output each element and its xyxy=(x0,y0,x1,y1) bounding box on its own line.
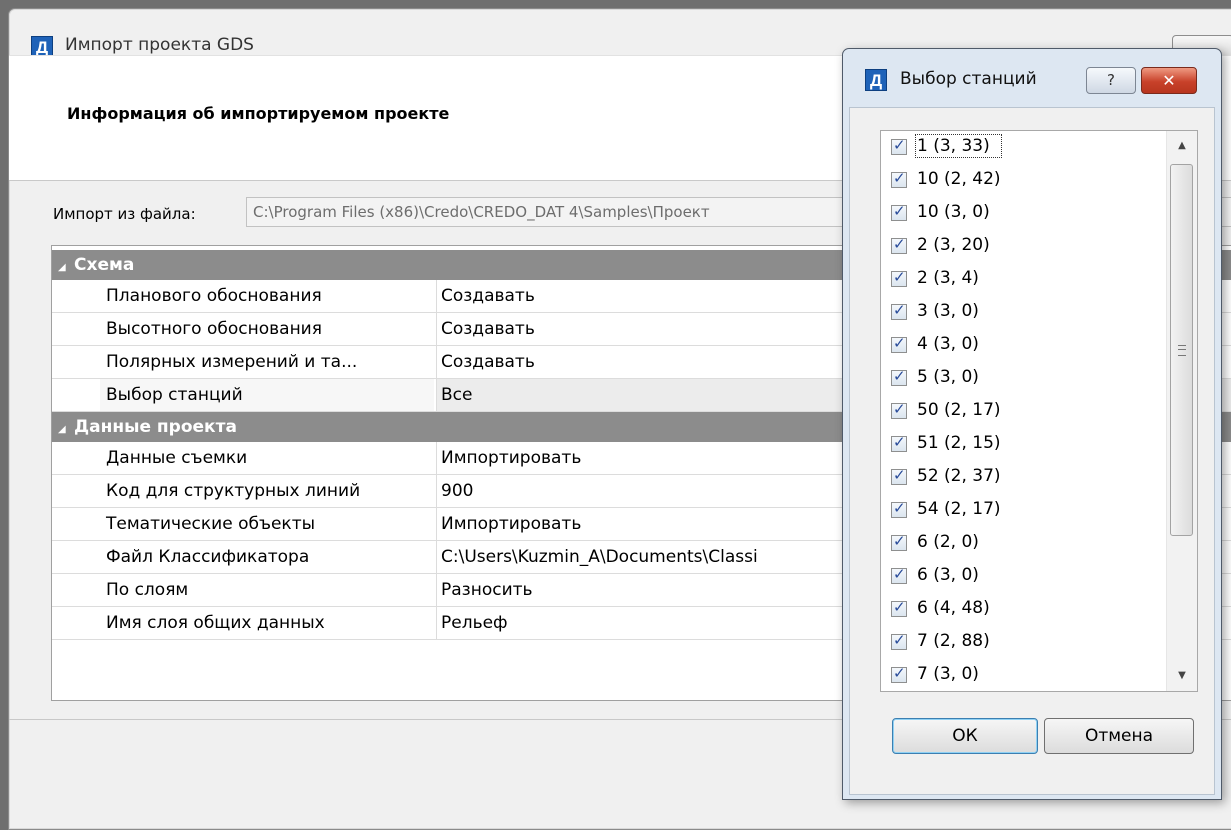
station-item[interactable]: 3 (3, 0) xyxy=(891,298,1146,331)
station-label: 5 (3, 0) xyxy=(917,367,979,387)
checkbox-checked-icon[interactable] xyxy=(891,565,907,584)
checkbox-checked-icon[interactable] xyxy=(891,136,907,155)
cancel-button[interactable]: Отмена xyxy=(1044,718,1194,754)
scrollbar-thumb[interactable] xyxy=(1170,164,1193,536)
category-label: Данные проекта xyxy=(74,417,237,437)
station-item[interactable]: 6 (3, 0) xyxy=(891,562,1146,595)
file-label: Импорт из файла: xyxy=(53,205,196,223)
station-item[interactable]: 5 (3, 0) xyxy=(891,364,1146,397)
station-item[interactable]: 52 (2, 37) xyxy=(891,463,1146,496)
property-name: Имя слоя общих данных xyxy=(106,613,325,633)
checkbox-checked-icon[interactable] xyxy=(891,532,907,551)
station-label: 7 (3, 0) xyxy=(917,664,979,684)
station-item[interactable]: 4 (3, 0) xyxy=(891,331,1146,364)
help-button[interactable]: ? xyxy=(1086,67,1136,94)
station-label: 51 (2, 15) xyxy=(917,433,1001,453)
checkbox-checked-icon[interactable] xyxy=(891,400,907,419)
station-label: 1 (3, 33) xyxy=(915,134,1002,158)
collapse-triangle-icon[interactable]: ◢ xyxy=(58,253,74,283)
checkbox-checked-icon[interactable] xyxy=(891,235,907,254)
scroll-down-arrow-icon[interactable]: ▼ xyxy=(1167,661,1197,691)
property-name: Тематические объекты xyxy=(106,514,316,534)
checkbox-checked-icon[interactable] xyxy=(891,598,907,617)
station-item[interactable]: 51 (2, 15) xyxy=(891,430,1146,463)
checkbox-checked-icon[interactable] xyxy=(891,367,907,386)
category-label: Схема xyxy=(74,255,135,275)
station-item[interactable]: 2 (3, 20) xyxy=(891,232,1146,265)
checkbox-checked-icon[interactable] xyxy=(891,202,907,221)
scroll-up-arrow-icon[interactable]: ▲ xyxy=(1167,131,1197,161)
dialog-title: Выбор станций xyxy=(900,69,1037,89)
station-item[interactable]: 50 (2, 17) xyxy=(891,397,1146,430)
station-label: 54 (2, 17) xyxy=(917,499,1001,519)
property-name: Данные съемки xyxy=(106,448,248,468)
checkbox-checked-icon[interactable] xyxy=(891,466,907,485)
station-item[interactable]: 7 (3, 0) xyxy=(891,661,1146,691)
station-label: 7 (2, 88) xyxy=(917,631,990,651)
station-label: 2 (3, 20) xyxy=(917,235,990,255)
station-label: 6 (4, 48) xyxy=(917,598,990,618)
property-name: Выбор станций xyxy=(106,385,243,405)
station-label: 10 (2, 42) xyxy=(917,169,1001,189)
property-name: Файл Классификатора xyxy=(106,547,310,567)
station-label: 3 (3, 0) xyxy=(917,301,979,321)
property-name: По слоям xyxy=(106,580,189,600)
checkbox-checked-icon[interactable] xyxy=(891,301,907,320)
checkbox-checked-icon[interactable] xyxy=(891,169,907,188)
checkbox-checked-icon[interactable] xyxy=(891,631,907,650)
grip-icon xyxy=(1178,345,1186,356)
checkbox-checked-icon[interactable] xyxy=(891,664,907,683)
station-label: 52 (2, 37) xyxy=(917,466,1001,486)
station-item[interactable]: 7 (2, 88) xyxy=(891,628,1146,661)
station-item[interactable]: 2 (3, 4) xyxy=(891,265,1146,298)
station-label: 10 (3, 0) xyxy=(917,202,990,222)
stations-list[interactable]: 1 (3, 33) 10 (2, 42) 10 (3, 0) 2 (3, 20)… xyxy=(880,130,1198,692)
station-item[interactable]: 6 (2, 0) xyxy=(891,529,1146,562)
station-label: 6 (2, 0) xyxy=(917,532,979,552)
station-item[interactable]: 54 (2, 17) xyxy=(891,496,1146,529)
station-select-dialog: Д Выбор станций ? ✕ 1 (3, 33) 10 (2, 42)… xyxy=(842,48,1222,800)
window-title: Импорт проекта GDS xyxy=(65,35,254,55)
app-logo-icon: Д xyxy=(865,69,887,91)
list-scrollbar[interactable]: ▲ ▼ xyxy=(1166,131,1197,691)
station-item[interactable]: 10 (2, 42) xyxy=(891,166,1146,199)
station-item[interactable]: 10 (3, 0) xyxy=(891,199,1146,232)
collapse-triangle-icon[interactable]: ◢ xyxy=(58,415,74,445)
checkbox-checked-icon[interactable] xyxy=(891,334,907,353)
property-name: Полярных измерений и та... xyxy=(106,352,358,372)
property-name: Планового обоснования xyxy=(106,286,322,306)
station-label: 2 (3, 4) xyxy=(917,268,979,288)
station-label: 50 (2, 17) xyxy=(917,400,1001,420)
ok-button[interactable]: ОК xyxy=(892,718,1038,754)
station-label: 4 (3, 0) xyxy=(917,334,979,354)
property-name: Код для структурных линий xyxy=(106,481,361,501)
checkbox-checked-icon[interactable] xyxy=(891,499,907,518)
checkbox-checked-icon[interactable] xyxy=(891,433,907,452)
dialog-close-button[interactable]: ✕ xyxy=(1141,67,1197,94)
station-label: 6 (3, 0) xyxy=(917,565,979,585)
info-heading: Информация об импортируемом проекте xyxy=(67,104,450,123)
station-item[interactable]: 1 (3, 33) xyxy=(891,133,1146,166)
dialog-body: 1 (3, 33) 10 (2, 42) 10 (3, 0) 2 (3, 20)… xyxy=(849,107,1215,795)
station-item[interactable]: 6 (4, 48) xyxy=(891,595,1146,628)
main-titlebar: Д Импорт проекта GDS xyxy=(9,9,1231,61)
checkbox-checked-icon[interactable] xyxy=(891,268,907,287)
property-name: Высотного обоснования xyxy=(106,319,322,339)
